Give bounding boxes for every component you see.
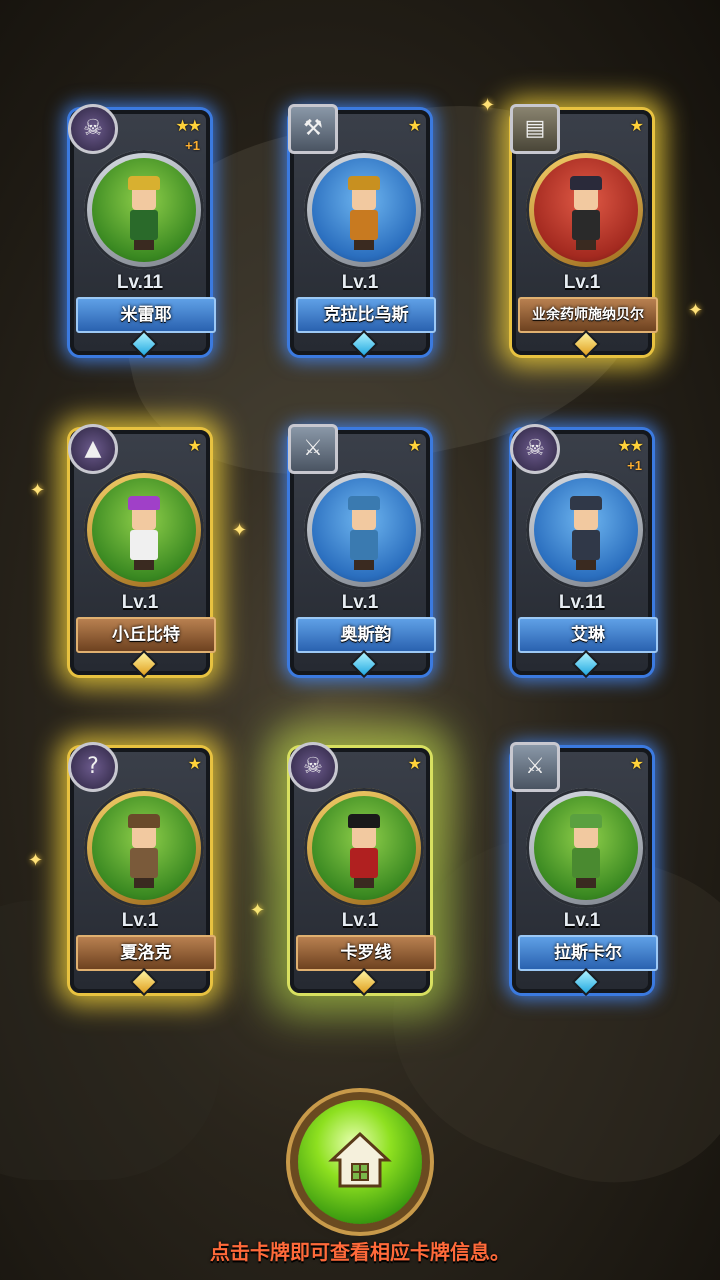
star-rating: ★★ xyxy=(175,116,202,135)
skull-icon: ☠ xyxy=(288,742,338,792)
crossed-swords-icon: ⚔ xyxy=(288,424,338,474)
hero-level: Lv.1 xyxy=(121,592,159,613)
star-rating: ★★ xyxy=(617,436,644,455)
hero-card[interactable]: ⚔ ★ Lv.1 奥斯韵 xyxy=(288,424,436,679)
book-icon: ▤ xyxy=(510,104,560,154)
hero-portrait xyxy=(312,158,416,262)
gem-icon xyxy=(349,649,379,679)
hero-sprite xyxy=(126,176,162,250)
portrait-frame xyxy=(526,470,646,590)
hero-name: 卡罗线 xyxy=(296,935,436,971)
gem-icon xyxy=(129,649,159,679)
home-button[interactable] xyxy=(298,1100,422,1224)
skull-icon: ☠ xyxy=(510,424,560,474)
portrait-frame xyxy=(84,788,204,908)
hero-sprite xyxy=(346,814,382,888)
portrait-frame xyxy=(84,150,204,270)
hero-portrait xyxy=(312,478,416,582)
sparkle-icon: ✦ xyxy=(480,95,496,116)
home-icon xyxy=(328,1131,392,1188)
portrait-frame xyxy=(526,788,646,908)
hero-portrait xyxy=(92,478,196,582)
sparkle-icon: ✦ xyxy=(250,900,266,921)
hero-name: 小丘比特 xyxy=(76,617,216,653)
hero-level: Lv.1 xyxy=(563,272,601,293)
hero-level: Lv.11 xyxy=(116,272,164,293)
hero-sprite xyxy=(568,176,604,250)
hero-card[interactable]: ? ★ Lv.1 夏洛克 xyxy=(68,742,216,997)
gem-icon xyxy=(571,967,601,997)
gem-icon xyxy=(129,329,159,359)
hero-name: 夏洛克 xyxy=(76,935,216,971)
gem-icon xyxy=(349,967,379,997)
star-rating: ★ xyxy=(407,116,422,135)
question-mark-icon: ? xyxy=(68,742,118,792)
hero-level: Lv.1 xyxy=(341,592,379,613)
hero-portrait xyxy=(534,478,638,582)
star-rating: ★ xyxy=(629,754,644,773)
upgrade-badge: +1 xyxy=(627,458,642,473)
hero-portrait xyxy=(534,796,638,900)
hero-level: Lv.11 xyxy=(558,592,606,613)
hero-name: 米雷耶 xyxy=(76,297,216,333)
hero-name: 拉斯卡尔 xyxy=(518,935,658,971)
witch-hat-icon: ▲ xyxy=(68,424,118,474)
sparkle-icon: ✦ xyxy=(30,480,46,501)
hero-sprite xyxy=(126,496,162,570)
hero-level: Lv.1 xyxy=(341,272,379,293)
gem-icon xyxy=(129,967,159,997)
hero-name: 业余药师施纳贝尔 xyxy=(518,297,658,333)
hero-level: Lv.1 xyxy=(121,910,159,931)
hero-sprite xyxy=(568,496,604,570)
hero-card[interactable]: ☠ ★ Lv.1 卡罗线 xyxy=(288,742,436,997)
portrait-frame xyxy=(84,470,204,590)
hero-card[interactable]: ⚒ ★ Lv.1 克拉比乌斯 xyxy=(288,104,436,359)
star-rating: ★ xyxy=(407,436,422,455)
hero-name: 艾琳 xyxy=(518,617,658,653)
hero-card[interactable]: ⚔ ★ Lv.1 拉斯卡尔 xyxy=(510,742,658,997)
hero-portrait xyxy=(92,158,196,262)
hero-card[interactable]: ▲ ★ Lv.1 小丘比特 xyxy=(68,424,216,679)
gem-icon xyxy=(571,329,601,359)
hero-level: Lv.1 xyxy=(341,910,379,931)
hero-name: 奥斯韵 xyxy=(296,617,436,653)
hero-portrait xyxy=(312,796,416,900)
skull-icon: ☠ xyxy=(68,104,118,154)
gem-icon xyxy=(571,649,601,679)
sparkle-icon: ✦ xyxy=(232,520,248,541)
hero-card[interactable]: ☠ ★★ +1 Lv.11 米雷耶 xyxy=(68,104,216,359)
hero-sprite xyxy=(346,176,382,250)
portrait-frame xyxy=(304,788,424,908)
portrait-frame xyxy=(304,150,424,270)
gem-icon xyxy=(349,329,379,359)
crossed-swords-icon: ⚔ xyxy=(510,742,560,792)
star-rating: ★ xyxy=(187,436,202,455)
portrait-frame xyxy=(304,470,424,590)
star-rating: ★ xyxy=(187,754,202,773)
sparkle-icon: ✦ xyxy=(688,300,704,321)
star-rating: ★ xyxy=(407,754,422,773)
hero-sprite xyxy=(126,814,162,888)
portrait-frame xyxy=(526,150,646,270)
upgrade-badge: +1 xyxy=(185,138,200,153)
hero-card[interactable]: ▤ ★ Lv.1 业余药师施纳贝尔 xyxy=(510,104,658,359)
axe-icon: ⚒ xyxy=(288,104,338,154)
hero-card[interactable]: ☠ ★★ +1 Lv.11 艾琳 xyxy=(510,424,658,679)
hint-text: 点击卡牌即可查看相应卡牌信息。 xyxy=(210,1240,510,1264)
star-rating: ★ xyxy=(629,116,644,135)
sparkle-icon: ✦ xyxy=(28,850,44,871)
hero-portrait xyxy=(534,158,638,262)
hero-sprite xyxy=(346,496,382,570)
hero-sprite xyxy=(568,814,604,888)
hero-level: Lv.1 xyxy=(563,910,601,931)
hero-portrait xyxy=(92,796,196,900)
hero-name: 克拉比乌斯 xyxy=(296,297,436,333)
